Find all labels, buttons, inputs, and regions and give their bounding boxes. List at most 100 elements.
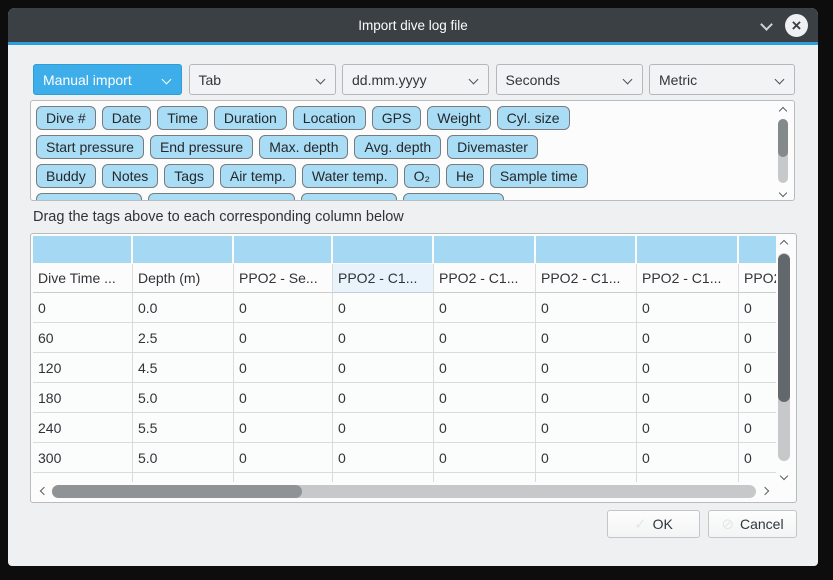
scrollbar-thumb[interactable] [52,485,302,498]
combo-dd-mm-yyyy[interactable]: dd.mm.yyyy [342,64,489,95]
table-cell: 0 [739,353,776,383]
drop-target-cell[interactable] [133,236,234,264]
table-cell: 5.0 [133,443,234,473]
drop-target-cell[interactable] [333,236,434,264]
scroll-down-icon[interactable] [779,472,789,480]
combo-manual-import[interactable]: Manual import [33,64,182,95]
column-header: PPO2 - C1... [739,264,776,293]
table-cell: 0 [637,293,739,323]
table-cell [33,473,133,482]
table-cell: 240 [33,413,133,443]
table-row: 1805.0000000 [33,383,776,413]
drop-target-cell[interactable] [536,236,637,264]
tag-tags[interactable]: Tags [164,164,214,188]
scrollbar-thumb[interactable] [778,254,790,402]
scroll-down-icon[interactable] [778,189,788,197]
combo-metric[interactable]: Metric [649,64,795,95]
scrollbar-track[interactable] [52,485,756,498]
drop-target-row [33,236,776,264]
tag-max-depth[interactable]: Max. depth [259,135,348,159]
drop-target-cell[interactable] [33,236,133,264]
drop-target-cell[interactable] [637,236,739,264]
tag-sample-cns[interactable]: Sample CNS [403,193,504,201]
tag-duration[interactable]: Duration [214,106,287,130]
ok-button[interactable]: ✓ OK [607,510,700,538]
combo-tab[interactable]: Tab [189,64,336,95]
column-header: PPO2 - Se... [234,264,333,293]
dialog-buttons: ✓ OK ⊘ Cancel [8,510,797,538]
table-cell: 300 [33,443,133,473]
table-cell: 0 [739,323,776,353]
drop-target-cell[interactable] [434,236,536,264]
table-row: 2405.5000000 [33,413,776,443]
scrollbar-track[interactable] [778,253,790,461]
close-icon: × [792,17,802,34]
tag-weight[interactable]: Weight [427,106,490,130]
table-cell [133,473,234,482]
scrollbar-thumb[interactable] [778,119,788,157]
tag-location[interactable]: Location [293,106,366,130]
tag-cyl-size[interactable]: Cyl. size [497,106,570,130]
table-cell: 0 [536,293,637,323]
combo-value: Metric [659,72,697,88]
scroll-left-icon[interactable] [38,486,46,496]
tag-air-temp[interactable]: Air temp. [220,164,296,188]
drop-target-cell[interactable] [739,236,776,264]
tag-end-pressure[interactable]: End pressure [150,135,253,159]
table-row: 602.5000000 [33,323,776,353]
tag-sample-temperature[interactable]: Sample temperature [148,193,295,201]
toolbar: Manual importTab dd.mm.yyyy Seconds Metric [33,64,795,95]
tag-divemaster[interactable]: Divemaster [447,135,538,159]
combo-value: dd.mm.yyyy [352,72,427,88]
table-cell: 0 [333,443,434,473]
table-cell: 120 [33,353,133,383]
cancel-button-label: Cancel [740,516,784,532]
column-header: Dive Time ... [33,264,133,293]
table-cell: 180 [33,383,133,413]
tag-avg-depth[interactable]: Avg. depth [354,135,441,159]
table-cell [434,473,536,482]
accent-line [8,42,818,45]
table-cell: 0 [434,323,536,353]
tag-buddy[interactable]: Buddy [36,164,96,188]
tag-sample-po[interactable]: Sample pO₂ [301,193,396,201]
column-header: PPO2 - C1... [434,264,536,293]
close-button[interactable]: × [785,14,808,37]
table-row: 3005.0000000 [33,443,776,473]
table-cell: 0 [536,443,637,473]
tag-date[interactable]: Date [102,106,152,130]
tag-notes[interactable]: Notes [102,164,159,188]
titlebar-chevron-down-icon[interactable] [761,20,771,30]
table-cell: 0 [536,323,637,353]
tag-he[interactable]: He [446,164,484,188]
tag-rows: Dive #DateTimeDurationLocationGPSWeight C… [36,106,766,201]
table-cell: 0.0 [133,293,234,323]
tag-gps[interactable]: GPS [372,106,422,130]
scroll-up-icon[interactable] [779,238,789,246]
scrollbar-track[interactable] [778,119,788,183]
tag-sample-time[interactable]: Sample time [490,164,588,188]
drag-hint-text: Drag the tags above to each correspondin… [33,209,818,229]
tag-start-pressure[interactable]: Start pressure [36,135,144,159]
table-cell: 0 [739,293,776,323]
scroll-up-icon[interactable] [778,105,788,113]
tag-dive[interactable]: Dive # [36,106,96,130]
scroll-right-icon[interactable] [762,486,770,496]
table-cell [536,473,637,482]
table-cell: 0 [434,353,536,383]
table-cell: 0 [637,323,739,353]
drop-target-cell[interactable] [234,236,333,264]
tag-sample-depth[interactable]: Sample depth [36,193,142,201]
tag-time[interactable]: Time [157,106,208,130]
table-header-row: Dive Time ...Depth (m)PPO2 - Se...PPO2 -… [33,264,776,293]
cancel-button[interactable]: ⊘ Cancel [708,510,797,538]
tag-o[interactable]: O₂ [404,164,440,188]
table-cell: 0 [234,413,333,443]
checkmark-icon: ✓ [634,515,647,533]
combo-seconds[interactable]: Seconds [496,64,643,95]
tag-row: Sample depth Sample temperature Sample pO₂… [36,193,766,201]
table-cell: 4.5 [133,353,234,383]
table-cell: 0 [739,443,776,473]
table-cell: 0 [333,353,434,383]
tag-water-temp[interactable]: Water temp. [302,164,398,188]
